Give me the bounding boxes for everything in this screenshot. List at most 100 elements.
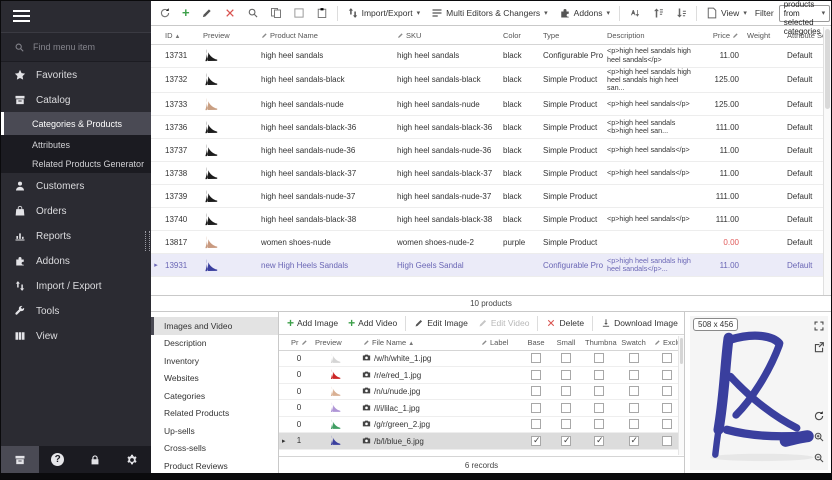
edit-video-button[interactable]: Edit Video <box>475 316 533 330</box>
checkbox[interactable] <box>594 353 604 363</box>
sidebar-item-tools[interactable]: Tools <box>1 298 151 323</box>
tab-images-and-video[interactable]: Images and Video <box>151 317 278 335</box>
col-product-name[interactable]: Product Name <box>257 27 393 44</box>
tab-up-sells[interactable]: Up-sells <box>151 422 278 440</box>
dock-help-button[interactable]: ? <box>39 446 76 473</box>
delete-product-button[interactable] <box>221 5 239 21</box>
sidebar-item-view[interactable]: View <box>1 323 151 348</box>
delete-image-button[interactable]: Delete <box>543 316 587 330</box>
product-row-13817[interactable]: 13817 women shoes-nude women shoes-nude-… <box>151 231 825 254</box>
sidebar-item-customers[interactable]: Customers <box>1 173 151 198</box>
checkbox[interactable] <box>561 419 571 429</box>
images-grid-scrollbar[interactable] <box>678 336 684 455</box>
checkbox[interactable] <box>561 436 571 446</box>
image-row-n-u-nude-jpg[interactable]: 0 /n/u/nude.jpg <box>279 383 684 400</box>
sidebar-item-favorites[interactable]: Favorites <box>1 62 151 87</box>
image-row-w-h-white-1-jpg[interactable]: 0 /w/h/white_1.jpg <box>279 350 684 367</box>
sort-az-button[interactable] <box>626 5 644 21</box>
sidebar-item-related-products-generator[interactable]: Related Products Generator <box>1 154 151 173</box>
dock-settings-button[interactable] <box>114 446 151 473</box>
import-export-menu[interactable]: Import/Export▾ <box>344 5 424 21</box>
copy-button[interactable] <box>267 5 285 21</box>
tab-categories[interactable]: Categories <box>151 387 278 405</box>
sidebar-splitter-handle[interactable] <box>145 231 150 251</box>
col-thumbnail[interactable]: Thumbna <box>581 335 617 350</box>
checkbox[interactable] <box>662 436 672 446</box>
col-swatch[interactable]: Swatch <box>617 335 650 350</box>
checkbox[interactable] <box>594 403 604 413</box>
sidebar-item-import-export[interactable]: Import / Export <box>1 273 151 298</box>
edit-image-button[interactable]: Edit Image <box>411 316 471 330</box>
add-product-button[interactable]: + <box>179 6 193 20</box>
col-color[interactable]: Color <box>499 27 539 44</box>
paste-button[interactable] <box>313 5 331 21</box>
col-small[interactable]: Small <box>551 335 581 350</box>
refresh-button[interactable] <box>156 5 174 21</box>
image-row-r-e-red-1-jpg[interactable]: 0 /r/e/red_1.jpg <box>279 367 684 384</box>
multi-editors-menu[interactable]: Multi Editors & Changers▾ <box>428 5 551 21</box>
tab-related-products[interactable]: Related Products <box>151 405 278 423</box>
sidebar-search[interactable]: Find menu item <box>1 32 151 62</box>
product-row-13732[interactable]: 13732 high heel sandals-black high heel … <box>151 67 825 93</box>
product-row-13740[interactable]: 13740 high heel sandals-black-38 high he… <box>151 208 825 231</box>
image-row-g-r-green-2-jpg[interactable]: 0 /g/r/green_2.jpg <box>279 416 684 433</box>
checkbox[interactable] <box>629 370 639 380</box>
download-image-button[interactable]: Download Image <box>598 316 681 330</box>
col-id[interactable]: ID▲ <box>161 27 199 44</box>
image-row-l-i-lilac-1-jpg[interactable]: 0 /l/i/lilac_1.jpg <box>279 400 684 417</box>
checkbox[interactable] <box>561 353 571 363</box>
filter-select[interactable]: Show products from selected categories▾ <box>779 5 830 22</box>
checkbox[interactable] <box>561 386 571 396</box>
checkbox[interactable] <box>531 436 541 446</box>
rotate-icon[interactable] <box>813 410 825 422</box>
product-row-13737[interactable]: 13737 high heel sandals-nude-36 high hee… <box>151 139 825 162</box>
tab-product-reviews[interactable]: Product Reviews <box>151 457 278 475</box>
product-row-13738[interactable]: 13738 high heel sandals-black-37 high he… <box>151 162 825 185</box>
product-row-13731[interactable]: 13731 high heel sandals high heel sandal… <box>151 44 825 67</box>
checkbox[interactable] <box>561 370 571 380</box>
checkbox[interactable] <box>662 386 672 396</box>
checkbox[interactable] <box>531 353 541 363</box>
product-row-13736[interactable]: 13736 high heel sandals-black-36 high he… <box>151 116 825 139</box>
move-up-button[interactable] <box>649 5 667 21</box>
dock-catalog-button[interactable] <box>1 446 39 473</box>
checkbox[interactable] <box>662 419 672 429</box>
sidebar-item-attributes[interactable]: Attributes <box>1 135 151 154</box>
tab-websites[interactable]: Websites <box>151 370 278 388</box>
checkbox[interactable] <box>594 436 604 446</box>
fullscreen-icon[interactable] <box>813 320 825 332</box>
checkbox[interactable] <box>662 403 672 413</box>
product-row-13931[interactable]: ▸ 13931 new High Heels Sandals High Geel… <box>151 254 825 277</box>
checkbox[interactable] <box>629 353 639 363</box>
products-grid-scrollbar[interactable] <box>823 27 831 295</box>
col-attribute-set[interactable]: Attribute Set Name <box>783 27 825 44</box>
zoom-in-icon[interactable] <box>813 431 825 443</box>
sidebar-item-catalog[interactable]: Catalog <box>1 87 151 112</box>
sidebar-item-addons[interactable]: Addons <box>1 248 151 273</box>
open-external-icon[interactable] <box>813 341 825 353</box>
checkbox[interactable] <box>629 419 639 429</box>
col-weight[interactable]: Weight <box>743 27 783 44</box>
col-pr[interactable]: Pr <box>287 335 311 350</box>
col-file-name[interactable]: File Name▲ <box>359 335 477 350</box>
checkbox[interactable] <box>629 403 639 413</box>
add-video-button[interactable]: +Add Video <box>345 314 400 332</box>
checkbox[interactable] <box>531 419 541 429</box>
product-row-13733[interactable]: 13733 high heel sandals-nude high heel s… <box>151 93 825 116</box>
checkbox[interactable] <box>561 403 571 413</box>
checkbox[interactable] <box>629 436 639 446</box>
col-label[interactable]: Label <box>477 335 521 350</box>
checkbox[interactable] <box>594 386 604 396</box>
checkbox[interactable] <box>662 353 672 363</box>
edit-product-button[interactable] <box>198 5 216 21</box>
addons-menu[interactable]: Addons▾ <box>556 5 613 21</box>
add-image-button[interactable]: +Add Image <box>284 314 341 332</box>
checkbox[interactable] <box>531 403 541 413</box>
checkbox[interactable] <box>662 370 672 380</box>
sidebar-item-categories-products[interactable]: Categories & Products <box>1 112 151 135</box>
image-row-b-l-blue-6-jpg[interactable]: ▸ 1 /b/l/blue_6.jpg <box>279 433 684 450</box>
product-row-13739[interactable]: 13739 high heel sandals-nude-37 high hee… <box>151 185 825 208</box>
col-sku[interactable]: SKU <box>393 27 499 44</box>
zoom-out-icon[interactable] <box>813 452 825 464</box>
tab-description[interactable]: Description <box>151 335 278 353</box>
